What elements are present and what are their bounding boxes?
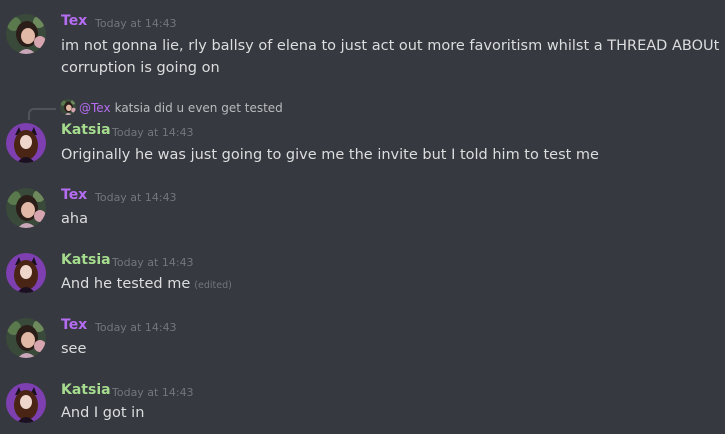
message-timestamp: Today at 14:43 <box>112 126 194 139</box>
message-content: Originally he was just going to give me … <box>61 147 599 163</box>
katsia-avatar-icon[interactable] <box>6 123 46 163</box>
message-author[interactable]: Tex <box>61 317 87 333</box>
message-timestamp: Today at 14:43 <box>112 256 194 269</box>
message-timestamp: Today at 14:43 <box>95 321 177 334</box>
message-content: see <box>61 341 87 357</box>
message-author[interactable]: Katsia <box>61 122 111 138</box>
tex-avatar-icon[interactable] <box>6 318 46 358</box>
message-author[interactable]: Tex <box>61 13 87 29</box>
chat-message-list: Tex Today at 14:43 im not gonna lie, rly… <box>0 0 725 434</box>
message-author[interactable]: Katsia <box>61 252 111 268</box>
message-content: And he tested me (edited) <box>61 273 232 297</box>
message-content: And I got in <box>61 405 145 421</box>
message-content: im not gonna lie, rly ballsy of elena to… <box>61 35 725 79</box>
message-text: And he tested me <box>61 276 191 292</box>
message-timestamp: Today at 14:43 <box>95 191 177 204</box>
katsia-avatar-icon[interactable] <box>6 383 46 423</box>
message-timestamp: Today at 14:43 <box>95 17 177 30</box>
tex-avatar-icon[interactable] <box>6 188 46 228</box>
message-author[interactable]: Katsia <box>61 382 111 398</box>
message-line: im not gonna lie, rly ballsy of elena to… <box>61 38 725 54</box>
message-line: corruption is going on <box>61 60 220 76</box>
tex-avatar-icon <box>60 99 76 115</box>
message-content: aha <box>61 211 88 227</box>
reply-mention[interactable]: @Tex <box>79 101 111 115</box>
reply-connector <box>28 108 56 120</box>
tex-avatar-icon[interactable] <box>6 14 46 54</box>
katsia-avatar-icon[interactable] <box>6 253 46 293</box>
message-timestamp: Today at 14:43 <box>112 386 194 399</box>
message-author[interactable]: Tex <box>61 187 87 203</box>
edited-label: (edited) <box>194 280 232 291</box>
reply-preview[interactable]: @Tex katsia did u even get tested <box>60 99 283 117</box>
reply-text: katsia did u even get tested <box>114 101 283 115</box>
